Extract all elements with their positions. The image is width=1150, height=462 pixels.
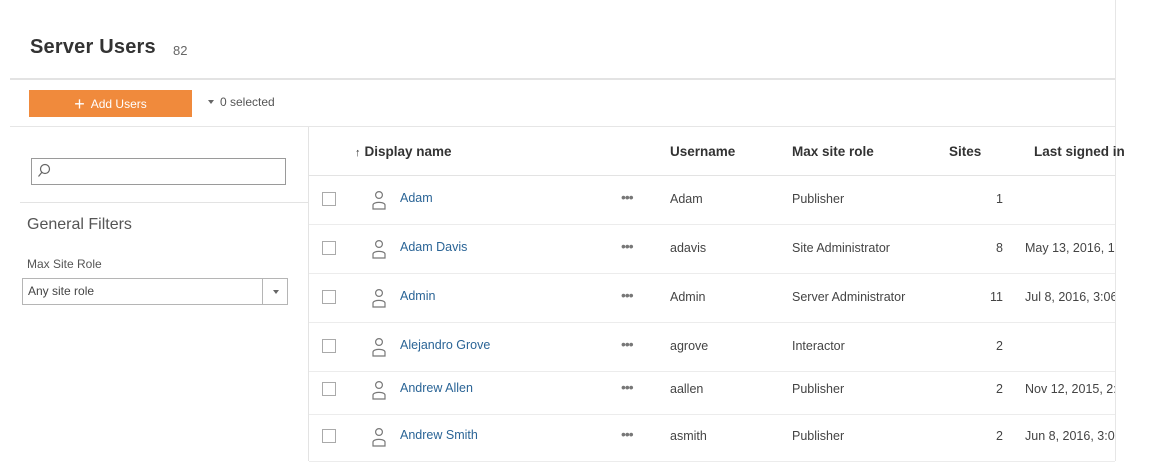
table-row: Andrew Allen ••• aallen Publisher 2 Nov … [309, 366, 1115, 415]
right-edge-divider [1115, 0, 1116, 461]
toolbar: + Add Users 0 selected [10, 80, 1115, 127]
table-row: Andrew Smith ••• asmith Publisher 2 Jun … [309, 413, 1115, 462]
site-role-cell: Site Administrator [792, 241, 890, 255]
table-row: Admin ••• Admin Server Administrator 11 … [309, 274, 1115, 323]
selection-count-label: 0 selected [220, 95, 275, 109]
page-title: Server Users [30, 36, 156, 58]
user-count-badge: 82 [173, 43, 188, 58]
user-display-name-link[interactable]: Adam Davis [400, 240, 467, 254]
more-actions-icon[interactable]: ••• [621, 379, 634, 395]
user-display-name-link[interactable]: Alejandro Grove [400, 338, 490, 352]
table-row: Alejandro Grove ••• agrove Interactor 2 [309, 323, 1115, 372]
more-actions-icon[interactable]: ••• [621, 189, 634, 205]
row-checkbox[interactable] [322, 290, 336, 304]
filter-sidebar: General Filters Max Site Role Any site r… [10, 127, 309, 461]
sites-count-cell: 11 [990, 290, 1003, 304]
table-row: Adam ••• Adam Publisher 1 [309, 176, 1115, 225]
user-icon [372, 337, 386, 357]
general-filters-heading: General Filters [27, 216, 132, 233]
row-checkbox[interactable] [322, 382, 336, 396]
selection-dropdown[interactable]: 0 selected [208, 95, 275, 109]
sidebar-divider [20, 202, 308, 203]
user-icon [372, 288, 386, 308]
site-role-cell: Publisher [792, 192, 845, 206]
username-cell: aallen [670, 382, 704, 396]
user-icon [372, 427, 386, 447]
user-icon [372, 190, 386, 210]
search-input[interactable] [31, 158, 286, 185]
user-display-name-link[interactable]: Andrew Smith [400, 428, 478, 442]
username-cell: Admin [670, 290, 706, 304]
search-icon [38, 163, 51, 177]
add-users-label: Add Users [90, 96, 147, 111]
column-header-last-signed-in[interactable]: Last signed in [1034, 144, 1125, 159]
max-site-role-label: Max Site Role [27, 257, 102, 271]
last-signed-in-cell: May 13, 2016, 1 [1025, 241, 1115, 255]
last-signed-in-cell: Nov 12, 2015, 2: [1025, 382, 1115, 396]
last-signed-in-cell: Jun 8, 2016, 3:0 [1025, 429, 1115, 443]
select-divider [262, 279, 263, 304]
add-users-button[interactable]: + Add Users [29, 90, 192, 117]
row-checkbox[interactable] [322, 241, 336, 255]
max-site-role-value: Any site role [28, 284, 95, 298]
table-header: ↑ Display name Username Max site role Sit… [309, 127, 1125, 176]
user-icon [372, 380, 386, 400]
plus-icon: + [74, 93, 85, 114]
sites-count-cell: 2 [996, 339, 1003, 353]
sites-count-cell: 8 [996, 241, 1003, 255]
more-actions-icon[interactable]: ••• [621, 287, 634, 303]
user-display-name-link[interactable]: Andrew Allen [400, 381, 473, 395]
row-checkbox[interactable] [322, 429, 336, 443]
sites-count-cell: 2 [996, 429, 1003, 443]
more-actions-icon[interactable]: ••• [621, 336, 634, 352]
table-row: Adam Davis ••• adavis Site Administrator… [309, 225, 1115, 274]
user-display-name-link[interactable]: Adam [400, 191, 433, 205]
sites-count-cell: 1 [996, 192, 1003, 206]
row-checkbox[interactable] [322, 339, 336, 353]
more-actions-icon[interactable]: ••• [621, 238, 634, 254]
caret-down-icon [208, 100, 214, 104]
page-header: Server Users 82 [10, 0, 1115, 80]
username-cell: Adam [670, 192, 703, 206]
username-cell: agrove [670, 339, 709, 353]
column-header-sites[interactable]: Sites [949, 144, 981, 159]
site-role-cell: Server Administrator [792, 290, 906, 304]
sites-count-cell: 2 [996, 382, 1003, 396]
site-role-cell: Publisher [792, 429, 845, 443]
user-icon [372, 239, 386, 259]
column-header-display-name[interactable]: ↑ Display name [355, 144, 452, 159]
column-header-max-site-role[interactable]: Max site role [792, 144, 874, 159]
site-role-cell: Interactor [792, 339, 845, 353]
max-site-role-select[interactable]: Any site role [22, 278, 288, 305]
caret-down-icon [273, 290, 279, 294]
user-display-name-link[interactable]: Admin [400, 289, 435, 303]
sort-ascending-icon: ↑ [355, 147, 361, 159]
column-header-username[interactable]: Username [670, 144, 735, 159]
display-name-header-label: Display name [364, 144, 452, 159]
row-checkbox[interactable] [322, 192, 336, 206]
username-cell: adavis [670, 241, 707, 255]
last-signed-in-cell: Jul 8, 2016, 3:06 [1025, 290, 1115, 304]
site-role-cell: Publisher [792, 382, 845, 396]
more-actions-icon[interactable]: ••• [621, 426, 634, 442]
username-cell: asmith [670, 429, 707, 443]
